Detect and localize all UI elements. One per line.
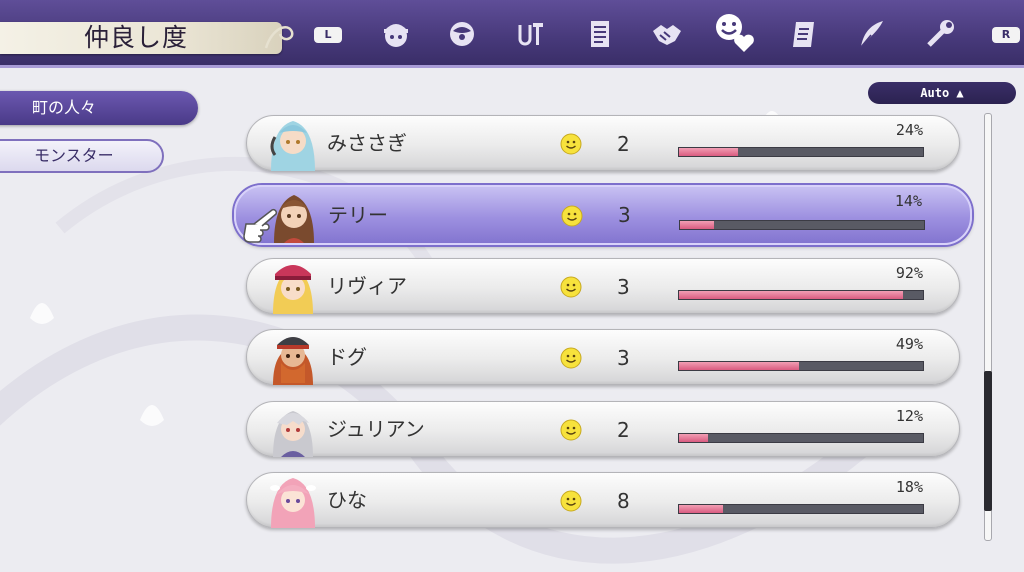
friendship-level: 2 <box>617 418 630 442</box>
resident-row-selected[interactable]: テリー 3 14% <box>234 185 972 245</box>
top-menu-bar: 仲良し度 L R <box>0 0 1024 68</box>
progress-bar <box>678 147 924 157</box>
progress-percent: 49% <box>895 335 923 353</box>
portrait-doug <box>273 337 313 385</box>
resident-name: テリー <box>328 203 388 227</box>
resident-name: リヴィア <box>327 274 407 298</box>
progress-percent: 18% <box>895 478 923 496</box>
portrait-hina <box>270 478 316 528</box>
title-plate: 仲良し度 <box>0 22 282 54</box>
sidebar-item-townspeople[interactable]: 町の人々 <box>0 91 198 125</box>
auto-sort-button[interactable]: Auto ▲ <box>868 82 1016 104</box>
progress-fill <box>680 221 715 229</box>
progress-bar <box>679 220 925 230</box>
notes-icon[interactable] <box>578 12 622 56</box>
progress-percent: 24% <box>895 121 923 139</box>
resident-name: ジュリアン <box>327 417 425 441</box>
progress-percent: 92% <box>895 264 923 282</box>
pointing-hand-cursor-icon <box>243 208 278 243</box>
smile-face-icon <box>561 205 583 227</box>
scrollbar[interactable] <box>984 113 992 541</box>
resident-row[interactable]: みささぎ 2 24% <box>246 115 960 171</box>
page-title: 仲良し度 <box>84 23 189 52</box>
progress-fill <box>679 362 799 370</box>
progress-fill <box>679 505 723 513</box>
resident-row[interactable]: リヴィア 3 92% <box>246 258 960 314</box>
progress-bar <box>678 361 924 371</box>
l-shoulder-button[interactable]: L <box>314 27 342 43</box>
progress-fill <box>679 434 709 442</box>
book-icon[interactable] <box>782 12 826 56</box>
r-shoulder-button[interactable]: R <box>992 27 1020 43</box>
resident-row[interactable]: ひな 8 18% <box>246 472 960 528</box>
friendship-level: 2 <box>617 132 630 156</box>
smile-face-icon <box>560 419 582 441</box>
friendship-level: 3 <box>618 203 631 227</box>
progress-bar <box>678 290 924 300</box>
smile-face-icon <box>560 490 582 512</box>
progress-percent: 12% <box>895 407 923 425</box>
friendship-level: 3 <box>617 346 630 370</box>
sidebar-item-monsters[interactable]: モンスター <box>0 139 164 173</box>
progress-percent: 14% <box>894 192 922 210</box>
portrait-julian <box>273 411 313 457</box>
friendship-level: 3 <box>617 275 630 299</box>
resident-name: みささぎ <box>327 131 407 155</box>
crafting-icon[interactable] <box>509 12 553 56</box>
smile-face-icon <box>560 276 582 298</box>
friendship-heart-icon[interactable] <box>712 10 756 54</box>
progress-bar <box>678 433 924 443</box>
smile-face-icon <box>560 347 582 369</box>
quill-icon[interactable] <box>850 12 894 56</box>
handshake-icon[interactable] <box>645 12 689 56</box>
progress-bar <box>678 504 924 514</box>
wrench-settings-icon[interactable] <box>918 12 962 56</box>
orb-icon[interactable] <box>440 12 484 56</box>
villager-face-icon[interactable] <box>374 12 418 56</box>
resident-row[interactable]: ジュリアン 2 12% <box>246 401 960 457</box>
resident-name: ドグ <box>327 345 367 369</box>
progress-fill <box>679 291 904 299</box>
resident-row[interactable]: ドグ 3 49% <box>246 329 960 385</box>
friendship-level: 8 <box>617 489 630 513</box>
progress-fill <box>679 148 738 156</box>
portrait-livia <box>273 265 313 314</box>
resident-name: ひな <box>327 488 367 512</box>
scrollbar-thumb[interactable] <box>984 370 992 512</box>
flourish-icon <box>264 26 294 49</box>
portrait-misasagi <box>270 121 315 171</box>
smile-face-icon <box>560 133 582 155</box>
